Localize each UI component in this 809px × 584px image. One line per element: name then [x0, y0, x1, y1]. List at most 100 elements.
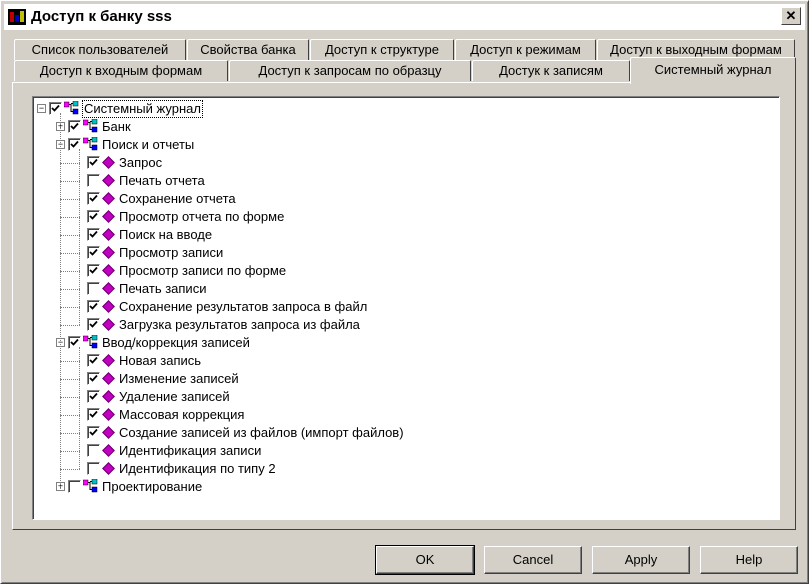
tree-node-label: Запрос: [119, 155, 163, 170]
window-title: Доступ к банку sss: [31, 8, 172, 25]
checkbox[interactable]: [87, 408, 100, 421]
tree-node-label: Просмотр отчета по форме: [119, 209, 285, 224]
tree-item[interactable]: Изменение записей: [33, 370, 773, 388]
tree-node-label: Идентификация записи: [119, 443, 262, 458]
tree-item[interactable]: Печать записи: [33, 280, 773, 298]
tree-item[interactable]: Массовая коррекция: [33, 406, 773, 424]
tree-connector: [60, 307, 80, 308]
tree-node-label: Удаление записей: [119, 389, 230, 404]
close-button[interactable]: ✕: [781, 7, 801, 25]
folder-icon: [63, 100, 80, 115]
tree-item[interactable]: Удаление записей: [33, 388, 773, 406]
tab-bank-properties[interactable]: Свойства банка: [187, 39, 309, 60]
permission-item-icon: [102, 372, 115, 385]
app-icon: [8, 9, 26, 25]
tree-connector: [79, 149, 80, 325]
checkbox[interactable]: [87, 354, 100, 367]
checkbox[interactable]: [87, 444, 100, 457]
checkbox[interactable]: [87, 192, 100, 205]
tree-item[interactable]: Новая запись: [33, 352, 773, 370]
tree-connector: [60, 163, 80, 164]
tree-item[interactable]: Загрузка результатов запроса из файла: [33, 316, 773, 334]
permission-item-icon: [102, 300, 115, 313]
checkbox[interactable]: [87, 156, 100, 169]
tree-connector: [79, 347, 80, 469]
tree-item[interactable]: Запрос: [33, 154, 773, 172]
collapse-icon[interactable]: −: [37, 104, 46, 113]
tree-connector: [60, 325, 80, 326]
apply-button[interactable]: Apply: [592, 546, 690, 574]
checkbox[interactable]: [87, 282, 100, 295]
checkbox[interactable]: [87, 246, 100, 259]
tree-item[interactable]: Поиск на вводе: [33, 226, 773, 244]
cancel-button[interactable]: Cancel: [484, 546, 582, 574]
checkbox[interactable]: [87, 174, 100, 187]
folder-icon: [82, 334, 99, 349]
tab-structure-access[interactable]: Доступ к структуре: [310, 39, 454, 60]
tab-users[interactable]: Список пользователей: [14, 39, 186, 60]
folder-icon: [82, 136, 99, 151]
permission-item-icon: [102, 408, 115, 421]
tree-node-label: Изменение записей: [119, 371, 239, 386]
tree-node-label: Поиск и отчеты: [102, 137, 195, 152]
tree-connector: [60, 199, 80, 200]
checkbox[interactable]: [87, 318, 100, 331]
checkbox[interactable]: [68, 480, 81, 493]
tree-item[interactable]: Идентификация по типу 2: [33, 460, 773, 478]
permission-item-icon: [102, 462, 115, 475]
checkbox[interactable]: [68, 120, 81, 133]
tree-node-label: Идентификация по типу 2: [119, 461, 276, 476]
tree-item[interactable]: Просмотр отчета по форме: [33, 208, 773, 226]
permissions-tree[interactable]: − Системный журнал + Банк − Поиск и отчеты Зап…: [32, 96, 780, 520]
tree-connector: [60, 235, 80, 236]
tree-item[interactable]: Сохранение отчета: [33, 190, 773, 208]
tree-item[interactable]: Сохранение результатов запроса в файл: [33, 298, 773, 316]
tab-query-by-example-access[interactable]: Доступ к запросам по образцу: [229, 60, 471, 81]
tree-connector: [60, 379, 80, 380]
tree-node-label: Создание записей из файлов (импорт файло…: [119, 425, 404, 440]
tab-modes-access[interactable]: Доступ к режимам: [455, 39, 596, 60]
tree-node-label: Сохранение результатов запроса в файл: [119, 299, 368, 314]
tree-connector: [60, 113, 61, 491]
tree-connector: [60, 217, 80, 218]
checkbox[interactable]: [87, 426, 100, 439]
tree-group[interactable]: − Ввод/коррекция записей: [33, 334, 773, 352]
permission-item-icon: [102, 282, 115, 295]
tree-connector: [60, 451, 80, 452]
permission-item-icon: [102, 354, 115, 367]
tree-node-label: Проектирование: [102, 479, 203, 494]
tree-item[interactable]: Просмотр записи: [33, 244, 773, 262]
tree-item[interactable]: Идентификация записи: [33, 442, 773, 460]
tree-group[interactable]: + Проектирование: [33, 478, 773, 496]
tree-connector: [60, 361, 80, 362]
ok-button[interactable]: OK: [375, 545, 475, 575]
checkbox[interactable]: [87, 264, 100, 277]
tree-item[interactable]: Печать отчета: [33, 172, 773, 190]
tree-item[interactable]: Создание записей из файлов (импорт файло…: [33, 424, 773, 442]
tab-input-forms-access[interactable]: Доступ к входным формам: [14, 60, 228, 81]
permission-item-icon: [102, 156, 115, 169]
checkbox[interactable]: [87, 228, 100, 241]
tree-node-label: Банк: [102, 119, 131, 134]
folder-icon: [82, 118, 99, 133]
permission-item-icon: [102, 174, 115, 187]
tab-records-access[interactable]: Достук к записям: [472, 60, 630, 81]
checkbox[interactable]: [87, 462, 100, 475]
tree-node-label: Сохранение отчета: [119, 191, 236, 206]
close-icon: ✕: [785, 8, 797, 23]
tab-system-journal[interactable]: Системный журнал: [630, 57, 796, 84]
tree-node-label: Новая запись: [119, 353, 202, 368]
tree-connector: [60, 253, 80, 254]
tree-item[interactable]: Просмотр записи по форме: [33, 262, 773, 280]
help-button[interactable]: Help: [700, 546, 798, 574]
checkbox[interactable]: [87, 210, 100, 223]
tree-root[interactable]: − Системный журнал: [33, 100, 773, 118]
tree-group[interactable]: − Поиск и отчеты: [33, 136, 773, 154]
tree-group[interactable]: + Банк: [33, 118, 773, 136]
checkbox[interactable]: [87, 372, 100, 385]
permission-item-icon: [102, 318, 115, 331]
checkbox[interactable]: [87, 390, 100, 403]
checkbox[interactable]: [87, 300, 100, 313]
title-bar[interactable]: Доступ к банку sss ✕: [4, 4, 805, 30]
permission-item-icon: [102, 192, 115, 205]
